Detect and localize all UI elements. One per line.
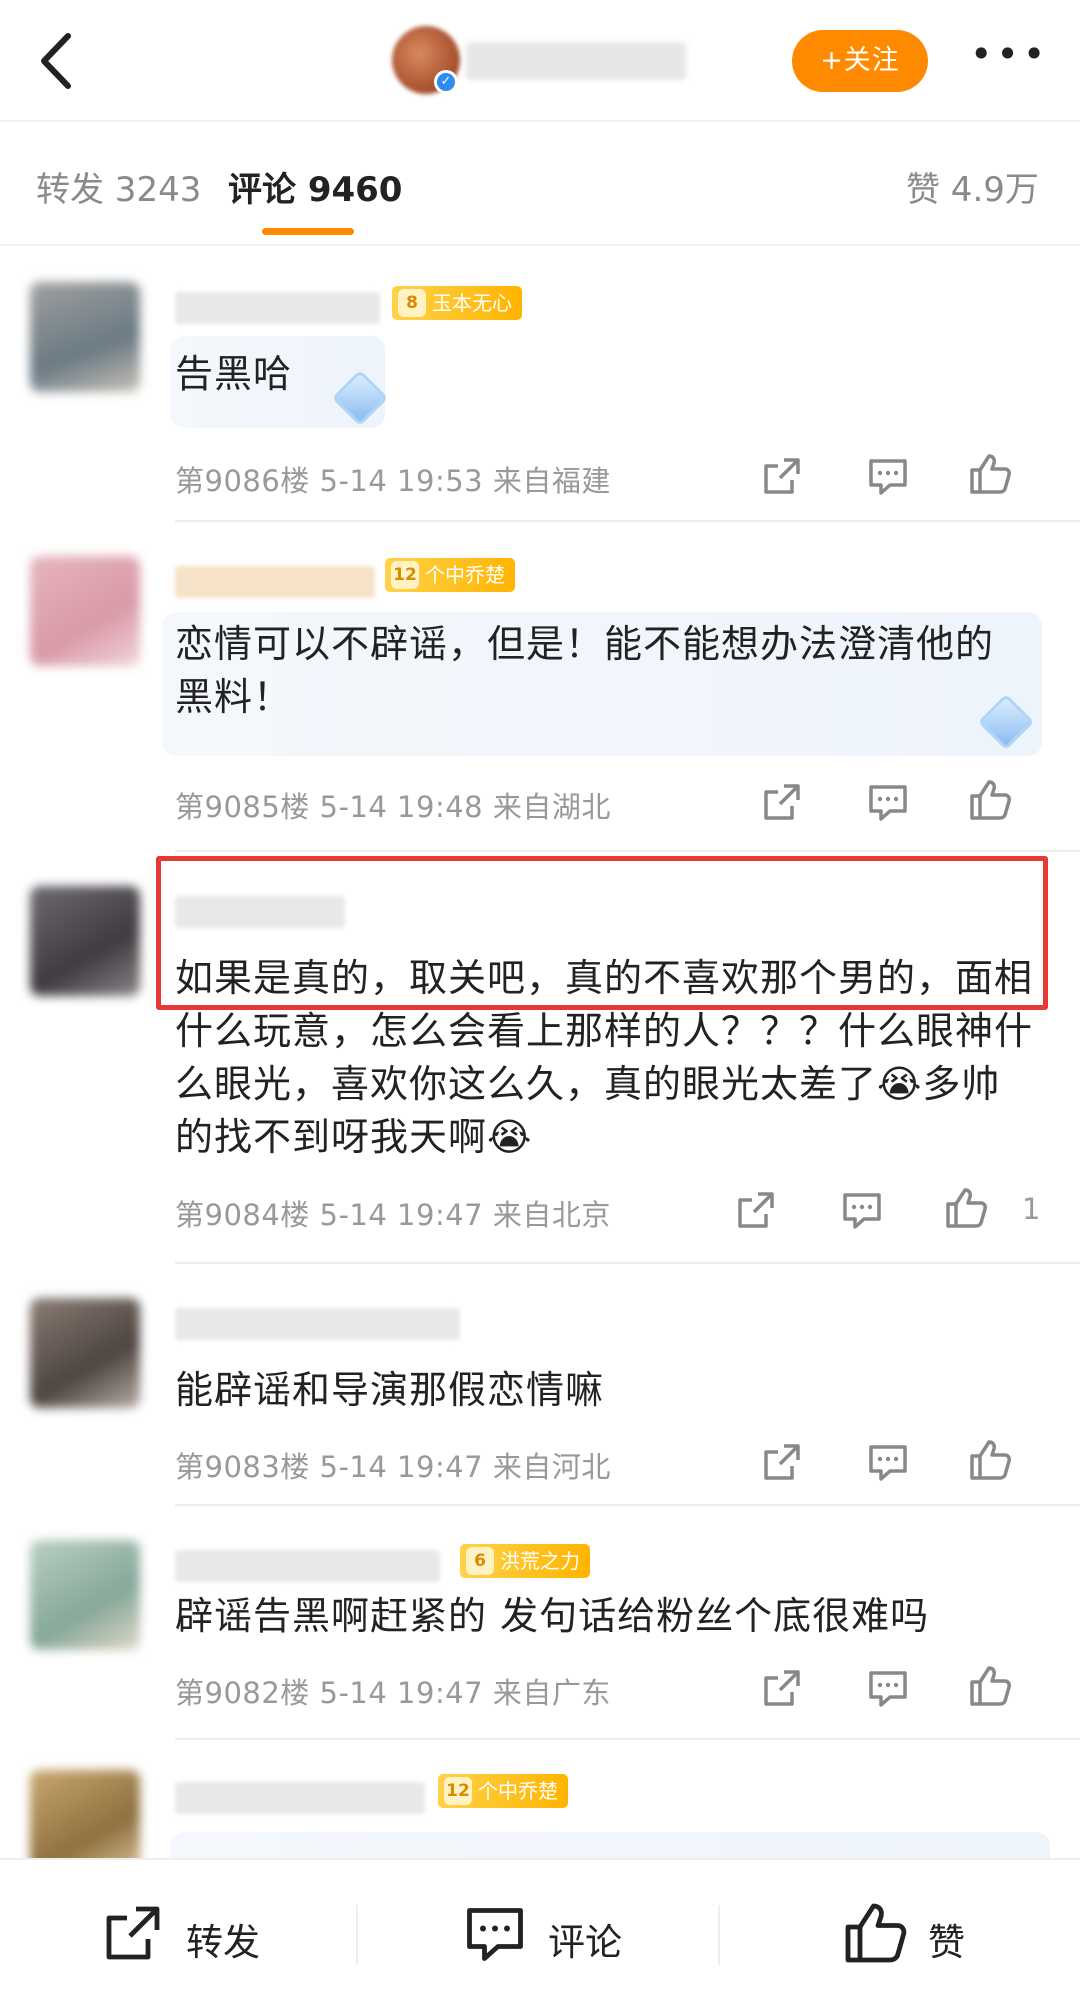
- badge-title: 玉本无心: [432, 291, 512, 315]
- like-count: 1: [1022, 1192, 1041, 1226]
- fan-badge: 6 洪荒之力: [460, 1544, 590, 1578]
- fan-badge: 8 玉本无心: [392, 286, 522, 320]
- thumbs-up-icon: [845, 1903, 907, 1963]
- commenter-avatar[interactable]: [30, 886, 140, 996]
- tab-likes[interactable]: 赞 4.9万: [906, 162, 1039, 211]
- repost-button[interactable]: 转发: [100, 1900, 270, 1970]
- fan-badge: 12 个中乔楚: [438, 1774, 568, 1808]
- tab-active-indicator: [262, 228, 354, 235]
- comment-meta: 第9082楼 5-14 19:47 来自广东: [175, 1676, 611, 1710]
- fan-badge: 12 个中乔楚: [385, 558, 515, 592]
- tab-repost[interactable]: 转发 3243: [36, 162, 201, 211]
- commenter-name-blurred[interactable]: [175, 1308, 460, 1340]
- share-icon[interactable]: [734, 1188, 778, 1232]
- comment-icon[interactable]: [866, 1440, 910, 1484]
- divider: [356, 1905, 358, 1965]
- commenter-avatar[interactable]: [30, 1540, 140, 1650]
- comment-label: 评论: [548, 1921, 622, 1964]
- thumbs-up-icon[interactable]: [968, 1438, 1012, 1482]
- divider: [175, 1504, 1080, 1506]
- badge-level: 12: [391, 561, 419, 589]
- comment-bubble-bg: [170, 1832, 1050, 1858]
- author-name-blurred[interactable]: [466, 42, 686, 80]
- share-icon[interactable]: [760, 454, 804, 498]
- share-icon[interactable]: [760, 1666, 804, 1710]
- comment-text: 能辟谣和导演那假恋情嘛: [175, 1368, 605, 1412]
- divider: [175, 1262, 1080, 1264]
- commenter-name-blurred[interactable]: [175, 1550, 440, 1582]
- badge-level: 12: [444, 1777, 472, 1805]
- tab-bar: 转发 3243 评论 9460 赞 4.9万: [0, 122, 1080, 246]
- comment-meta: 第9083楼 5-14 19:47 来自河北: [175, 1450, 611, 1484]
- like-label: 赞: [928, 1921, 965, 1964]
- commenter-avatar[interactable]: [30, 282, 140, 392]
- comment-icon[interactable]: [866, 1666, 910, 1710]
- commenter-avatar[interactable]: [30, 556, 140, 666]
- repost-label: 转发: [186, 1921, 260, 1964]
- highlight-box: [156, 856, 1048, 1010]
- comment-icon[interactable]: [866, 780, 910, 824]
- divider: [175, 520, 1080, 522]
- like-button[interactable]: 赞: [842, 1900, 982, 1970]
- verified-icon: ✓: [434, 70, 458, 94]
- comment-meta: 第9085楼 5-14 19:48 来自湖北: [175, 790, 611, 824]
- thumbs-up-icon[interactable]: [944, 1186, 988, 1230]
- thumbs-up-icon[interactable]: [968, 1664, 1012, 1708]
- thumbs-up-icon[interactable]: [968, 452, 1012, 496]
- back-arrow-icon[interactable]: [30, 26, 90, 96]
- more-icon[interactable]: •••: [970, 35, 1045, 78]
- comment-icon[interactable]: [840, 1188, 884, 1232]
- commenter-name-blurred[interactable]: [175, 1782, 425, 1814]
- comment-meta: 第9084楼 5-14 19:47 来自北京: [175, 1198, 611, 1232]
- divider: [175, 850, 1080, 852]
- badge-title: 个中乔楚: [425, 563, 505, 587]
- commenter-name-blurred[interactable]: [175, 292, 380, 324]
- top-bar: ✓ +关注 •••: [0, 0, 1080, 122]
- comment-list[interactable]: 8 玉本无心 告黑哈 第9086楼 5-14 19:53 来自福建 12 个中乔…: [0, 248, 1080, 1858]
- share-icon[interactable]: [760, 780, 804, 824]
- comment-icon[interactable]: [866, 454, 910, 498]
- commenter-avatar[interactable]: [30, 1298, 140, 1408]
- badge-level: 6: [466, 1547, 494, 1575]
- follow-button[interactable]: +关注: [792, 30, 928, 92]
- comment-text: 恋情可以不辟谣，但是！能不能想办法澄清他的黑料！: [175, 622, 995, 719]
- commenter-avatar[interactable]: [30, 1770, 140, 1858]
- comment-button[interactable]: 评论: [462, 1900, 632, 1970]
- comment-text: 告黑哈: [175, 352, 293, 396]
- comment-icon: [467, 1908, 523, 1961]
- divider: [175, 1738, 1080, 1740]
- comment-meta: 第9086楼 5-14 19:53 来自福建: [175, 464, 611, 498]
- badge-title: 个中乔楚: [478, 1779, 558, 1803]
- share-icon: [106, 1906, 160, 1960]
- comment-text: 辟谣告黑啊赶紧的 发句话给粉丝个底很难吗: [175, 1594, 930, 1638]
- badge-level: 8: [398, 289, 426, 317]
- commenter-name-blurred[interactable]: [175, 566, 375, 598]
- share-icon[interactable]: [760, 1440, 804, 1484]
- bottom-action-bar: 转发 评论 赞: [0, 1858, 1080, 2008]
- thumbs-up-icon[interactable]: [968, 778, 1012, 822]
- tab-comments[interactable]: 评论 9460: [228, 162, 402, 211]
- badge-title: 洪荒之力: [500, 1549, 580, 1573]
- divider: [718, 1905, 720, 1965]
